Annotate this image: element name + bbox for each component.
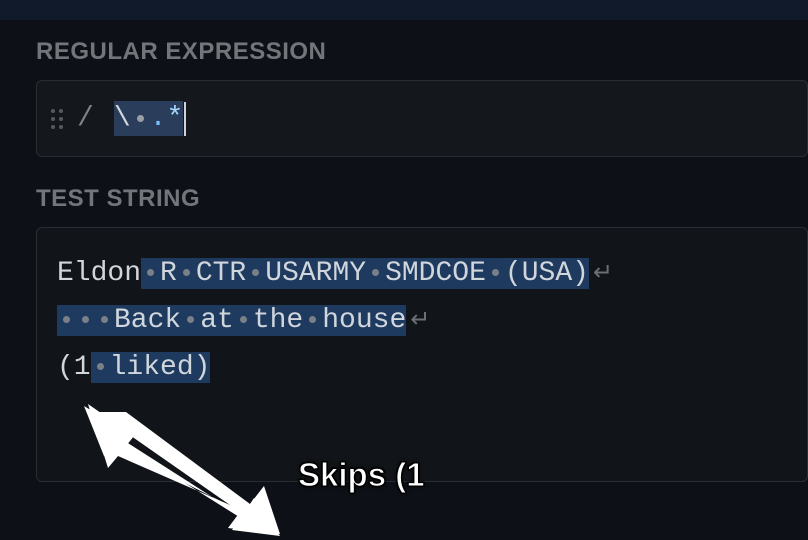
test-line-1: EldonRCTRUSARMYSMDCOE(USA)↵ — [57, 250, 787, 297]
newline-icon: ↵ — [589, 261, 617, 288]
test-line3-match: liked) — [91, 352, 211, 383]
test-line-2: Backatthehouse↵ — [57, 297, 787, 344]
test-string-box[interactable]: EldonRCTRUSARMYSMDCOE(USA)↵ Backatthehou… — [36, 227, 808, 482]
teststring-section-label: TEST STRING — [36, 185, 808, 213]
regex-delimiter: / — [77, 103, 94, 134]
test-line1-pre: Eldon — [57, 258, 141, 289]
regex-token-escape: \ — [114, 103, 131, 134]
regex-token-star: * — [166, 103, 183, 134]
regex-token-dot: . — [150, 103, 167, 134]
newline-icon: ↵ — [406, 308, 434, 335]
test-line2-match: Backatthehouse — [57, 305, 406, 336]
top-strip — [0, 0, 808, 20]
main-container: REGULAR EXPRESSION / \ . * TEST STRING E… — [0, 20, 808, 482]
text-caret — [184, 102, 186, 136]
drag-handle-icon[interactable] — [51, 109, 63, 129]
test-line1-match: RCTRUSARMYSMDCOE(USA) — [141, 258, 589, 289]
regex-section-label: REGULAR EXPRESSION — [36, 38, 808, 66]
regex-input-box[interactable]: / \ . * — [36, 80, 808, 157]
regex-token-space-marker — [137, 115, 144, 122]
test-line3-pre: (1 — [57, 352, 91, 383]
test-line-3: (1liked) — [57, 344, 787, 391]
regex-pattern[interactable]: \ . * — [104, 101, 186, 136]
